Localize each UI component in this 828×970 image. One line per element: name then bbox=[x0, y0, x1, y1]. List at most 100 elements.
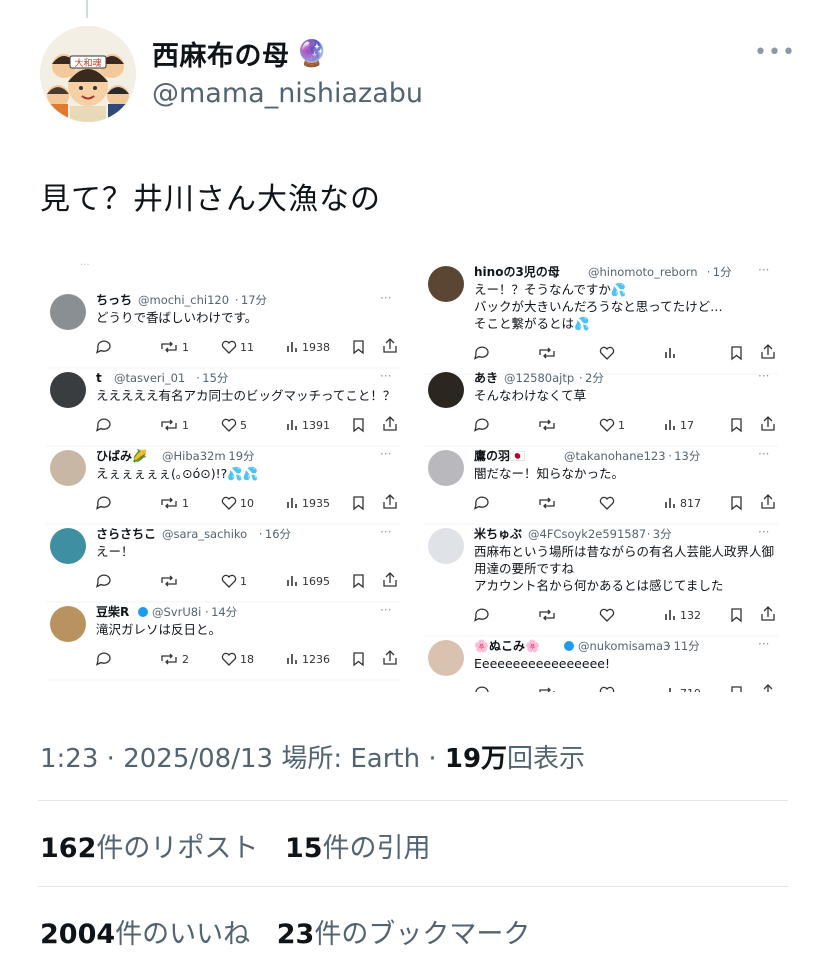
reply-more-icon: ··· bbox=[758, 447, 769, 461]
views-count: 19万 bbox=[444, 744, 508, 774]
reply-handle: @Hiba32m bbox=[162, 449, 226, 463]
reply-time-separator: · bbox=[647, 527, 651, 541]
tweet-date[interactable]: 2025/08/13 bbox=[123, 744, 273, 774]
heart-icon bbox=[221, 652, 237, 666]
share-icon bbox=[761, 606, 775, 621]
reply-avatar bbox=[50, 450, 86, 486]
reply-text: 滝沢ガレソは反日と。 bbox=[96, 622, 221, 637]
reply-text: 西麻布という場所は昔ながらの有名人芸能人政界人御 bbox=[474, 544, 774, 559]
like-count: 10 bbox=[240, 497, 254, 510]
like-count: 18 bbox=[240, 653, 254, 666]
views-icon bbox=[287, 420, 297, 430]
reply-text: Eeeeeeeeeeeeeeeee! bbox=[474, 656, 610, 671]
reply-icon bbox=[474, 608, 489, 622]
author-display-name[interactable]: 西麻布の母 bbox=[152, 34, 290, 73]
views-label: 回表示 bbox=[507, 744, 586, 774]
reply-icon bbox=[475, 686, 489, 692]
tweet-location: 場所: Earth bbox=[281, 744, 421, 774]
reply-text: バックが大きいんだろうなと思ってたけど… bbox=[474, 299, 723, 314]
reply-time: 13分 bbox=[674, 449, 701, 463]
reply-handle: @12580ajtp bbox=[504, 371, 574, 385]
reply-avatar bbox=[50, 606, 86, 642]
share-icon bbox=[761, 684, 775, 692]
view-count: 1938 bbox=[302, 341, 330, 354]
heart-icon bbox=[221, 574, 237, 588]
reply-more-icon: ··· bbox=[758, 525, 769, 539]
reply-text: アカウント名から何かあるとは感じてました bbox=[474, 578, 723, 593]
heart-icon bbox=[599, 346, 615, 360]
tweet-time[interactable]: 1:23 bbox=[40, 744, 98, 774]
screenshot-reply: ちっち @mochi_chi120 · 17分 ···どうりで香ばしいわけです。1 11 1… bbox=[46, 291, 400, 369]
reply-author-name: 🌸ぬこみ🌸 bbox=[474, 639, 540, 653]
share-icon bbox=[761, 416, 775, 431]
like-count: 5 bbox=[240, 419, 247, 432]
reply-author-name: 豆柴R bbox=[96, 604, 129, 619]
verified-badge-icon bbox=[564, 641, 574, 651]
likes-stat[interactable]: 2004件のいいね bbox=[40, 919, 250, 950]
retweet-icon bbox=[161, 419, 177, 431]
reply-time: 17分 bbox=[241, 293, 268, 307]
partial-row: ··· bbox=[80, 260, 90, 271]
retweet-count: 2 bbox=[182, 653, 189, 666]
reply-text: どうりで香ばしいわけです。 bbox=[96, 310, 257, 325]
share-icon bbox=[383, 494, 397, 509]
retweet-icon bbox=[539, 419, 555, 431]
screenshot-reply: hinoの3児の母 @hinomoto_reborn · 1分 ··· えー！？そうなんで… bbox=[424, 263, 778, 375]
reply-icon bbox=[474, 496, 489, 510]
reply-text: えぇぇぇぇぇ(｡⊙ó⊙)!?💦💦 bbox=[96, 465, 258, 482]
like-count: 11 bbox=[240, 341, 254, 354]
quotes-stat[interactable]: 15件の引用 bbox=[285, 833, 431, 864]
views-icon bbox=[665, 498, 675, 508]
views-icon bbox=[665, 610, 675, 620]
reply-time-separator: · bbox=[668, 449, 672, 463]
bookmark-icon bbox=[731, 686, 742, 692]
reply-handle: @takanohane123 bbox=[564, 449, 666, 463]
reply-time: 14分 bbox=[211, 605, 238, 619]
bookmark-icon bbox=[353, 496, 364, 511]
heart-icon bbox=[221, 418, 237, 432]
author-name-row[interactable]: 西麻布の母 🔮 bbox=[152, 34, 328, 73]
reposts-stat[interactable]: 162件のリポスト bbox=[40, 833, 258, 864]
engagement-row-1: 162件のリポスト 15件の引用 bbox=[40, 826, 431, 865]
reply-more-icon: ··· bbox=[380, 369, 391, 383]
reply-avatar bbox=[428, 372, 464, 408]
reply-more-icon: ··· bbox=[380, 291, 391, 305]
reply-text: えええええ有名アカ同士のビッグマッチってこと！？ bbox=[96, 388, 395, 403]
reply-time: 2分 bbox=[585, 371, 604, 385]
share-icon bbox=[761, 494, 775, 509]
heart-icon bbox=[599, 496, 615, 510]
reply-time: 11分 bbox=[674, 639, 701, 653]
retweet-count: 1 bbox=[182, 497, 189, 510]
avatar-illustration: 大和魂 bbox=[40, 26, 136, 122]
view-count: 1695 bbox=[302, 575, 330, 588]
screenshot-reply: あき @12580ajtp · 2分 ··· そんなわけなくて草 1 17 bbox=[424, 369, 778, 447]
reply-time-separator: · bbox=[668, 639, 672, 653]
reply-more-icon: ··· bbox=[758, 637, 769, 651]
reply-more-icon: ··· bbox=[380, 525, 391, 539]
reply-more-icon: ··· bbox=[758, 369, 769, 383]
views-icon bbox=[665, 348, 675, 358]
reply-avatar bbox=[50, 528, 86, 564]
reply-more-icon: ··· bbox=[380, 603, 391, 617]
bookmarks-stat[interactable]: 23件のブックマーク bbox=[277, 919, 531, 950]
retweet-icon bbox=[539, 497, 555, 509]
reply-time: 16分 bbox=[265, 527, 292, 541]
tweet-image[interactable]: ··· ちっち @mochi_chi120 · 17分 ··· どうりで香ばしいわけです。 1… bbox=[40, 256, 792, 692]
reply-time-separator: · bbox=[205, 605, 209, 619]
more-options-icon[interactable]: ••• bbox=[754, 40, 796, 65]
views-icon bbox=[665, 420, 675, 430]
author-handle[interactable]: @mama_nishiazabu bbox=[152, 78, 423, 109]
crystal-ball-icon: 🔮 bbox=[295, 38, 328, 69]
reply-author-name: hinoの3児の母 bbox=[474, 265, 560, 279]
retweet-icon bbox=[539, 609, 555, 621]
retweet-icon bbox=[161, 653, 177, 665]
bookmark-icon bbox=[353, 652, 364, 667]
view-count: 132 bbox=[680, 609, 701, 622]
retweet-count: 1 bbox=[182, 419, 189, 432]
divider bbox=[38, 800, 788, 801]
author-avatar[interactable]: 大和魂 bbox=[40, 26, 136, 122]
view-count: 17 bbox=[680, 419, 694, 432]
reply-handle: @sara_sachiko bbox=[162, 527, 247, 541]
heart-icon bbox=[599, 418, 615, 432]
share-icon bbox=[383, 416, 397, 431]
